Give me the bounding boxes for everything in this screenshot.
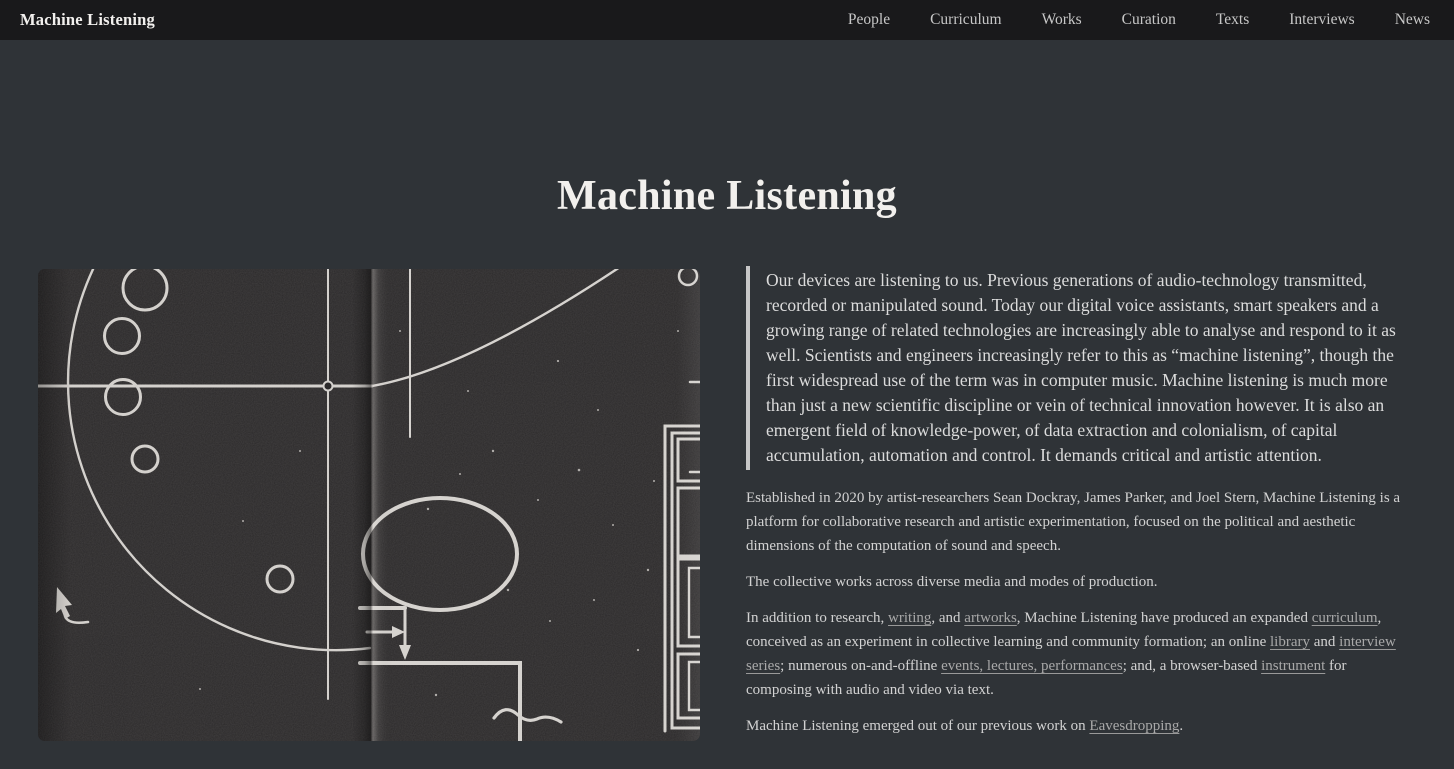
paragraph-collective: The collective works across diverse medi…	[746, 570, 1412, 594]
lead-quote: Our devices are listening to us. Previou…	[746, 266, 1412, 470]
text-run: and	[1310, 634, 1339, 650]
page-title: Machine Listening	[0, 172, 1454, 220]
paragraph-activities: In addition to research, writing, and ar…	[746, 606, 1412, 702]
intro-text-column: Our devices are listening to us. Previou…	[746, 269, 1412, 750]
main-nav: People Curriculum Works Curation Texts I…	[848, 11, 1430, 29]
paragraph-established: Established in 2020 by artist-researcher…	[746, 486, 1412, 558]
nav-item-news[interactable]: News	[1395, 11, 1430, 29]
inline-link[interactable]: Eavesdropping	[1089, 718, 1179, 734]
inline-link[interactable]: instrument	[1261, 658, 1325, 674]
nav-item-texts[interactable]: Texts	[1216, 11, 1249, 29]
text-run: , Machine Listening have produced an exp…	[1017, 610, 1312, 626]
text-run: Established in 2020 by artist-researcher…	[746, 490, 1400, 554]
inline-link[interactable]: artworks	[964, 610, 1017, 626]
text-run: The collective works across diverse medi…	[746, 574, 1158, 590]
text-run: .	[1179, 718, 1183, 734]
text-run: ; numerous on-and-offline	[780, 658, 941, 674]
nav-item-people[interactable]: People	[848, 11, 890, 29]
inline-link[interactable]: library	[1270, 634, 1310, 650]
nav-item-interviews[interactable]: Interviews	[1289, 11, 1354, 29]
blueprint-drawing	[38, 269, 700, 741]
inline-link[interactable]: events, lectures, performances	[941, 658, 1123, 674]
nav-item-curation[interactable]: Curation	[1122, 11, 1176, 29]
text-run: ; and, a browser-based	[1123, 658, 1261, 674]
text-run: Machine Listening emerged out of our pre…	[746, 718, 1089, 734]
site-logo[interactable]: Machine Listening	[20, 10, 155, 30]
text-run: , and	[931, 610, 964, 626]
nav-item-works[interactable]: Works	[1042, 11, 1082, 29]
text-run: In addition to research,	[746, 610, 888, 626]
paragraph-eavesdropping: Machine Listening emerged out of our pre…	[746, 714, 1412, 738]
nav-item-curriculum[interactable]: Curriculum	[930, 11, 1001, 29]
main-content: Our devices are listening to us. Previou…	[0, 269, 1454, 750]
top-navbar: Machine Listening People Curriculum Work…	[0, 0, 1454, 40]
cover-image	[38, 269, 700, 741]
inline-link[interactable]: writing	[888, 610, 931, 626]
inline-link[interactable]: curriculum	[1312, 610, 1378, 626]
